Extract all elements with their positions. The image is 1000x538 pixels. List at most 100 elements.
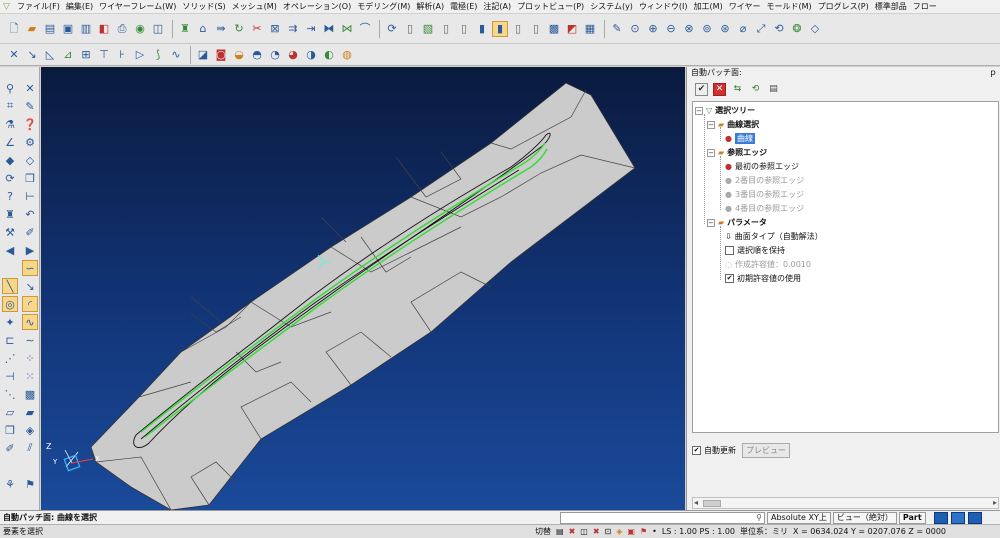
ok-button[interactable]: ✔	[695, 82, 708, 96]
cancel-button[interactable]: ✕	[713, 82, 726, 96]
menu-annotation[interactable]: 注記(A)	[481, 1, 515, 12]
ortho-toggle-icon[interactable]: ◫	[580, 527, 588, 536]
menu-modeling[interactable]: モデリング(M)	[355, 1, 414, 12]
menu-progress[interactable]: プログレス(P)	[816, 1, 873, 12]
tree-tolerance[interactable]: ◌ 作成許容値：0.0010	[725, 258, 811, 271]
trim-icon[interactable]: ⊠	[267, 21, 283, 37]
arrow-right-icon[interactable]: ▶	[22, 242, 38, 258]
save-icon[interactable]: ▣	[60, 21, 76, 37]
surface-tool-icon[interactable]: ◪	[195, 47, 211, 63]
dimension-icon[interactable]: ⊣	[2, 368, 18, 384]
revolve-tool-icon[interactable]: ◔	[267, 47, 283, 63]
chamfer-tool-icon[interactable]: ⊿	[60, 47, 76, 63]
hide-icon[interactable]: ◆	[2, 152, 18, 168]
plane-icon[interactable]: ▱	[2, 404, 18, 420]
grid-dots-icon[interactable]: ⁙	[22, 368, 38, 384]
keep-order-checkbox[interactable]	[725, 246, 734, 255]
cross-select-icon[interactable]: ✕	[22, 80, 38, 96]
open-file-icon[interactable]: ▰	[24, 21, 40, 37]
wave-snap-icon[interactable]: ∿	[22, 314, 38, 330]
play-tool-icon[interactable]: ▷	[132, 47, 148, 63]
shade-icon[interactable]: ▩	[546, 21, 562, 37]
render-icon[interactable]: ◩	[564, 21, 580, 37]
circle-snap-icon[interactable]: ◎	[2, 296, 18, 312]
refresh-view-icon[interactable]: ⟳	[2, 170, 18, 186]
cylinder2-icon[interactable]: ▯	[438, 21, 454, 37]
view-options-icon[interactable]: ❂	[789, 21, 805, 37]
tree-root[interactable]: − ▽ 選択ツリー	[695, 104, 755, 117]
tree-edge-1[interactable]: ● 最初の参照エッジ	[725, 160, 799, 173]
zoom-prev-icon[interactable]: ⊛	[717, 21, 733, 37]
ruler-icon[interactable]: ⊢	[22, 188, 38, 204]
auto-update-checkbox[interactable]: ✔	[692, 445, 701, 455]
delete-icon[interactable]: ♜	[2, 206, 18, 222]
tree-curve-select[interactable]: − ▰ 曲線選択	[707, 118, 759, 131]
layout-icon[interactable]: ◫	[150, 21, 166, 37]
menu-mold[interactable]: モールド(M)	[764, 1, 815, 12]
collapse-toggle[interactable]: −	[695, 106, 703, 115]
extend-icon[interactable]: ⇥	[303, 21, 319, 37]
layer-toggle-icon[interactable]: ⊡	[605, 527, 612, 536]
loft-tool-icon[interactable]: ◒	[231, 47, 247, 63]
scroll-left-icon[interactable]: ◂	[694, 498, 698, 507]
delete-toggle-icon[interactable]: ✖	[593, 527, 600, 536]
use-initial-tol-checkbox[interactable]: ✔	[725, 274, 734, 283]
tree-params[interactable]: − ▰ パラメータ	[707, 216, 767, 229]
zoom-icon[interactable]: ⊙	[627, 21, 643, 37]
scroll-thumb[interactable]	[703, 500, 721, 507]
mirror-icon[interactable]: ⧓	[321, 21, 337, 37]
menu-standard-parts[interactable]: 標準部品	[873, 1, 911, 12]
menu-flow[interactable]: フロー	[911, 1, 941, 12]
grid-toggle-icon[interactable]: ▤	[556, 527, 564, 536]
color-toggle-icon[interactable]: ◈	[616, 527, 622, 536]
tweak-icon[interactable]: ⚙	[22, 134, 38, 150]
filter-icon[interactable]: ⚗	[2, 116, 18, 132]
blend-icon[interactable]: ⋈	[339, 21, 355, 37]
line-tool-icon[interactable]: ✕	[6, 47, 22, 63]
sweep-tool-icon[interactable]: ◓	[249, 47, 265, 63]
edit-icon[interactable]: ✐	[2, 440, 18, 456]
dots-icon[interactable]: ⁘	[22, 350, 38, 366]
scroll-right-icon[interactable]: ▸	[993, 498, 997, 507]
endpoint-snap-icon[interactable]: ↘	[22, 278, 38, 294]
tool-icon[interactable]: ⚒	[2, 224, 18, 240]
offset-surface-icon[interactable]: ◐	[321, 47, 337, 63]
menu-system[interactable]: システム(y)	[588, 1, 637, 12]
tree-edge-3[interactable]: ● 3番目の参照エッジ	[725, 188, 804, 201]
print-icon[interactable]: ⎙	[114, 21, 130, 37]
menu-wireframe[interactable]: ワイヤーフレーム(W)	[97, 1, 180, 12]
part-select[interactable]: Part	[898, 511, 926, 524]
menu-electrode[interactable]: 電極(E)	[448, 1, 481, 12]
rotate-view-icon[interactable]: ⟲	[771, 21, 787, 37]
trash-icon[interactable]: ♜	[177, 21, 193, 37]
home-icon[interactable]: ⌂	[195, 21, 211, 37]
settings-icon[interactable]: ◉	[132, 21, 148, 37]
triangle-tool-icon[interactable]: ◺	[42, 47, 58, 63]
curve-snap-icon[interactable]: ∽	[22, 260, 38, 276]
preview-button[interactable]: プレビュー	[742, 442, 790, 458]
blend-surface-icon[interactable]: ◑	[303, 47, 319, 63]
line-snap-icon[interactable]: ╲	[2, 278, 18, 294]
cube-icon[interactable]: ❒	[22, 170, 38, 186]
arc-tool-icon[interactable]: ↘	[24, 47, 40, 63]
move-icon[interactable]: ⇛	[213, 21, 229, 37]
arc-snap-icon[interactable]: ◜	[22, 296, 38, 312]
collapse-toggle[interactable]: −	[707, 218, 715, 227]
hatch-icon[interactable]: ⋰	[2, 350, 18, 366]
point-toggle-icon[interactable]: •	[652, 527, 657, 536]
layer-icon[interactable]: ▧	[420, 21, 436, 37]
zoom-out-icon[interactable]: ⊖	[663, 21, 679, 37]
snap-toggle-icon[interactable]: ✖	[569, 527, 576, 536]
new-file-icon[interactable]: 🗋	[6, 21, 22, 37]
menu-operation[interactable]: オペレーション(O)	[281, 1, 355, 12]
grid-icon[interactable]: ▦	[582, 21, 598, 37]
display-mode-icon[interactable]	[933, 511, 948, 524]
display-mode2-icon[interactable]	[950, 511, 965, 524]
corner-snap-icon[interactable]: ⊏	[2, 332, 18, 348]
hatch2-icon[interactable]: ⋱	[2, 386, 18, 402]
menu-file[interactable]: ファイル(F)	[15, 1, 64, 12]
open-folder-icon[interactable]: ▤	[42, 21, 58, 37]
active-view-icon[interactable]: ▮	[492, 20, 508, 37]
menu-edit[interactable]: 編集(E)	[64, 1, 97, 12]
box-select-icon[interactable]: ⌗	[2, 98, 18, 114]
